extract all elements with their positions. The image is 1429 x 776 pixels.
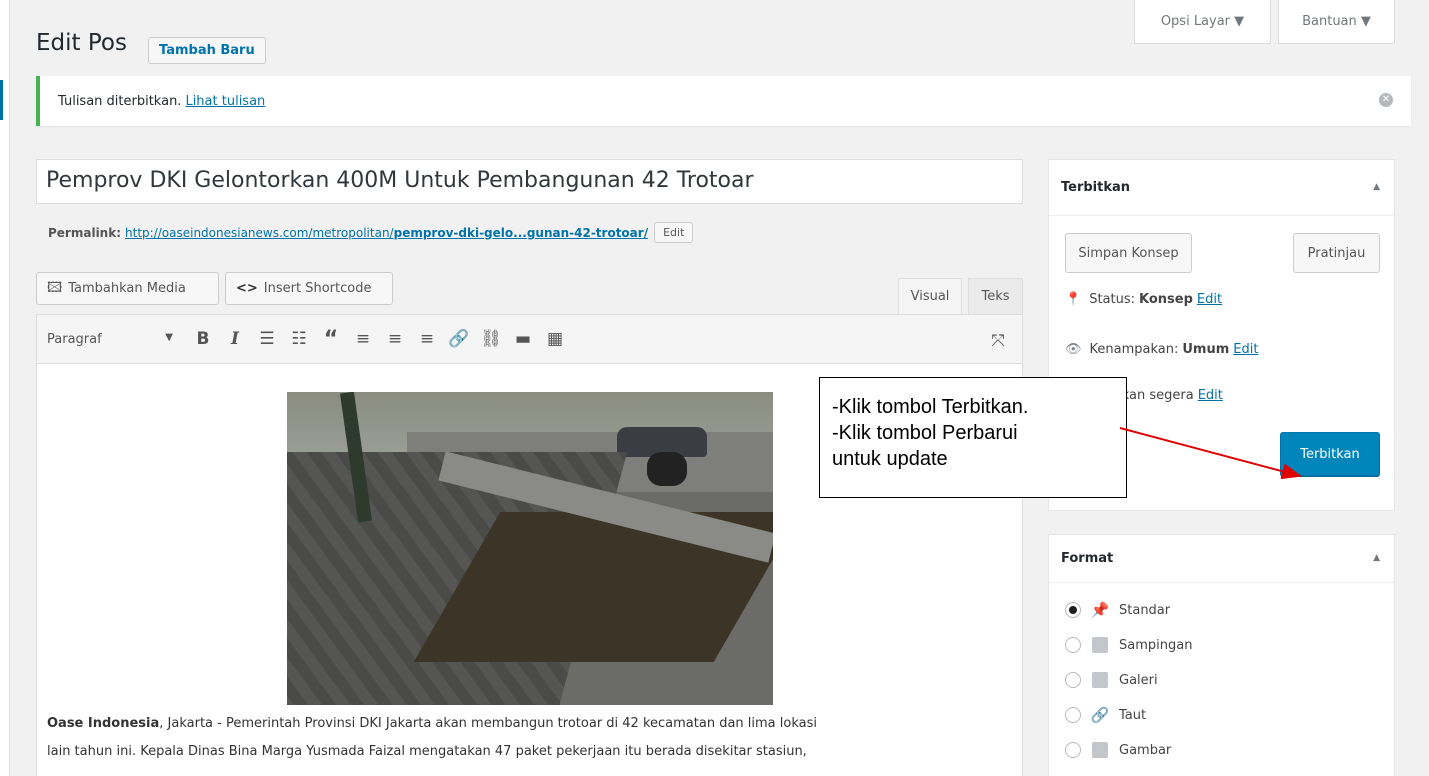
format-select[interactable]: Paragraf ▼ <box>47 332 187 347</box>
dismiss-icon[interactable]: ✕ <box>1379 93 1393 107</box>
format-box: Format ▲ 📌 Standar Sampingan Galeri 🔗 Ta… <box>1048 534 1395 776</box>
insert-shortcode-button[interactable]: <> Insert Shortcode <box>225 272 393 305</box>
visibility-value: Umum <box>1182 342 1230 357</box>
edit-slug-button[interactable]: Edit <box>654 222 694 243</box>
link-icon: 🔗 <box>1090 706 1110 724</box>
pin-icon: 📍 <box>1065 292 1082 307</box>
permalink-link[interactable]: http://oaseindonesianews.com/metropolita… <box>125 226 648 240</box>
radio-image[interactable] <box>1065 742 1081 758</box>
format-option-aside[interactable]: Sampingan <box>1065 636 1192 654</box>
permalink-slug: pemprov-dki-gelo...gunan-42-trotoar/ <box>393 225 649 240</box>
add-media-label: Tambahkan Media <box>68 281 186 296</box>
format-option-label: Gambar <box>1119 742 1172 758</box>
bold-button[interactable]: B <box>187 323 219 355</box>
instruction-callout: -Klik tombol Terbitkan. -Klik tombol Per… <box>819 377 1127 498</box>
format-option-label: Sampingan <box>1119 637 1193 653</box>
tab-visual[interactable]: Visual <box>898 278 962 314</box>
chevron-down-icon: ▼ <box>165 331 173 343</box>
radio-aside[interactable] <box>1065 637 1081 653</box>
article-source: Oase Indonesia <box>47 716 160 731</box>
visibility-label: Kenampakan: <box>1089 342 1179 357</box>
permalink-label: Permalink: <box>48 225 122 240</box>
bullet-list-icon[interactable]: ☰ <box>251 323 283 355</box>
fullscreen-icon[interactable]: ⤧ <box>982 325 1014 357</box>
link-icon[interactable]: 🔗 <box>443 323 475 355</box>
radio-gallery[interactable] <box>1065 672 1081 688</box>
article-body: Oase Indonesia, Jakarta - Pemerintah Pro… <box>47 710 1012 766</box>
publish-notice: Tulisan diterbitkan. Lihat tulisan ✕ <box>36 76 1411 126</box>
permalink-row: Permalink: http://oaseindonesianews.com/… <box>48 222 694 243</box>
add-media-button[interactable]: 🖾 Tambahkan Media <box>36 272 219 305</box>
format-option-link[interactable]: 🔗 Taut <box>1065 706 1146 724</box>
article-line-1: , Jakarta - Pemerintah Provinsi DKI Jaka… <box>159 716 817 731</box>
pin-icon: 📌 <box>1090 601 1110 619</box>
admin-sidebar-active-marker <box>0 80 3 120</box>
insert-shortcode-label: Insert Shortcode <box>263 281 372 296</box>
callout-line-2: -Klik tombol Perbarui <box>832 422 1018 444</box>
code-icon: <> <box>236 281 258 296</box>
view-post-link[interactable]: Lihat tulisan <box>185 94 265 109</box>
toolbar-toggle-icon[interactable]: ▦ <box>539 323 571 355</box>
publish-box-title: Terbitkan <box>1049 160 1394 216</box>
format-option-image[interactable]: Gambar <box>1065 741 1171 759</box>
collapse-icon[interactable]: ▲ <box>1373 182 1380 192</box>
media-icon: 🖾 <box>47 279 63 296</box>
callout-line-1: -Klik tombol Terbitkan. <box>832 396 1029 418</box>
schedule-row: itkan segera Edit <box>1113 388 1223 403</box>
save-draft-button[interactable]: Simpan Konsep <box>1065 233 1192 273</box>
aside-icon <box>1091 636 1109 654</box>
editor-toolbar: Paragraf ▼ B I ☰ ☷ “ ≡ ≡ ≡ 🔗 ⛓ ▬ ▦ ⤧ <box>36 314 1023 364</box>
format-option-label: Taut <box>1119 707 1147 723</box>
edit-status-link[interactable]: Edit <box>1197 292 1222 307</box>
post-title-input[interactable]: Pemprov DKI Gelontorkan 400M Untuk Pemba… <box>36 159 1023 204</box>
format-option-gallery[interactable]: Galeri <box>1065 671 1158 689</box>
italic-button[interactable]: I <box>219 323 251 355</box>
format-option-label: Standar <box>1119 602 1171 618</box>
visibility-row: 👁 Kenampakan: Umum Edit <box>1065 342 1258 357</box>
blockquote-icon[interactable]: “ <box>315 323 347 355</box>
article-line-2: lain tahun ini. Kepala Dinas Bina Marga … <box>47 744 807 759</box>
help-tab[interactable]: Bantuan ▼ <box>1278 0 1395 44</box>
radio-standard[interactable] <box>1065 602 1081 618</box>
screen-options-tab[interactable]: Opsi Layar ▼ <box>1134 0 1271 44</box>
article-photo <box>287 392 773 705</box>
gallery-icon <box>1091 671 1109 689</box>
radio-link[interactable] <box>1065 707 1081 723</box>
edit-visibility-link[interactable]: Edit <box>1233 342 1258 357</box>
status-label: Status: <box>1089 292 1135 307</box>
tab-text[interactable]: Teks <box>968 278 1023 314</box>
page-title: Edit Pos <box>36 30 127 56</box>
read-more-icon[interactable]: ▬ <box>507 323 539 355</box>
preview-button[interactable]: Pratinjau <box>1293 233 1380 273</box>
status-value: Konsep <box>1139 292 1193 307</box>
notice-text: Tulisan diterbitkan. <box>58 93 182 109</box>
align-right-icon[interactable]: ≡ <box>411 323 443 355</box>
format-box-title: Format <box>1049 535 1394 583</box>
align-left-icon[interactable]: ≡ <box>347 323 379 355</box>
add-new-button[interactable]: Tambah Baru <box>148 37 266 64</box>
image-icon <box>1091 741 1109 759</box>
status-row: 📍 Status: Konsep Edit <box>1065 292 1222 307</box>
edit-schedule-link[interactable]: Edit <box>1198 388 1223 403</box>
align-center-icon[interactable]: ≡ <box>379 323 411 355</box>
publish-button[interactable]: Terbitkan <box>1280 432 1380 476</box>
format-option-label: Galeri <box>1119 672 1158 688</box>
numbered-list-icon[interactable]: ☷ <box>283 323 315 355</box>
collapse-icon[interactable]: ▲ <box>1373 553 1380 563</box>
eye-icon: 👁 <box>1065 342 1082 357</box>
format-select-value: Paragraf <box>47 331 102 347</box>
callout-line-3: untuk update <box>832 448 948 470</box>
format-option-standard[interactable]: 📌 Standar <box>1065 601 1170 619</box>
unlink-icon[interactable]: ⛓ <box>475 323 507 355</box>
permalink-base: http://oaseindonesianews.com/metropolita… <box>125 225 394 240</box>
